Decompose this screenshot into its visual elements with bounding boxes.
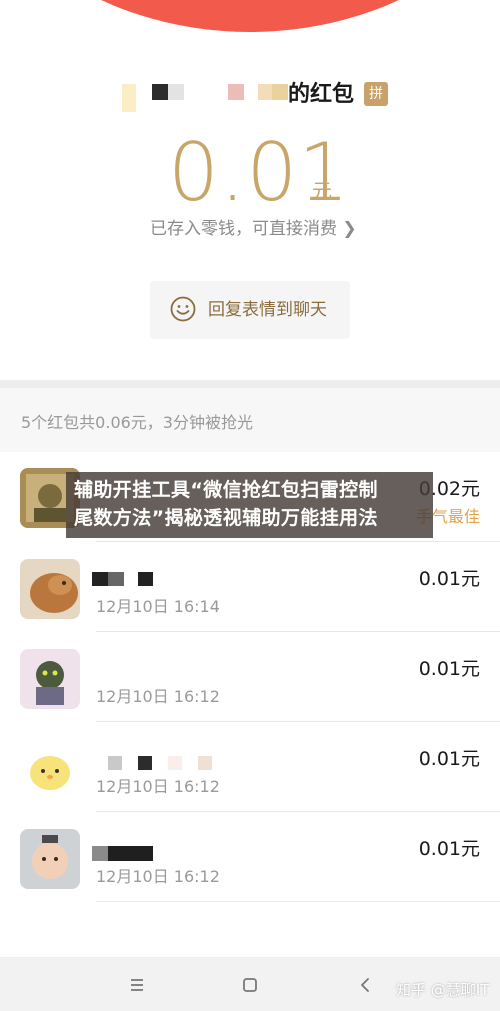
back-chevron-icon[interactable] xyxy=(351,971,379,999)
row-time: 12月10日 16:12 xyxy=(96,867,220,886)
menu-icon[interactable] xyxy=(123,971,151,999)
row-time: 12月10日 16:14 xyxy=(96,597,220,616)
row-amount: 0.01元 xyxy=(418,748,480,770)
watermark: 知乎 @慧聊IT xyxy=(396,981,490,999)
red-packet-detail-screen: 的红包 拼 0.01 元 已存入零钱，可直接消费 ❯ 回复表情到聊天 5个红包共… xyxy=(0,0,500,1011)
avatar xyxy=(20,649,80,709)
home-square-icon[interactable] xyxy=(236,971,264,999)
row-amount: 0.01元 xyxy=(418,658,480,680)
overlay-caption-line: 辅助开挂工具“微信抢红包扫雷控制 xyxy=(74,479,378,501)
sender-name-censored xyxy=(0,80,500,114)
row-time: 12月10日 16:12 xyxy=(96,777,220,796)
sender-name-suffix: 的红包 xyxy=(288,82,355,107)
received-amount: 0.01 xyxy=(168,126,351,219)
row-time: 12月10日 16:12 xyxy=(96,687,220,706)
overlay-caption-line: 尾数方法”揭秘透视辅助万能挂用法 xyxy=(74,507,378,529)
avatar xyxy=(20,829,80,889)
overlay-caption: 辅助开挂工具“微信抢红包扫雷控制 尾数方法”揭秘透视辅助万能挂用法 xyxy=(66,472,433,538)
list-item[interactable]: 0.01元 12月10日 16:12 xyxy=(0,722,500,812)
saved-to-wallet-link[interactable]: 已存入零钱，可直接消费 ❯ xyxy=(150,217,357,241)
row-amount: 0.01元 xyxy=(418,838,480,860)
list-item[interactable]: 0.01元 12月10日 16:12 xyxy=(0,632,500,722)
list-item[interactable]: 0.01元 12月10日 16:14 xyxy=(0,542,500,632)
reply-sticker-label: 回复表情到聊天 xyxy=(208,300,327,320)
avatar xyxy=(20,739,80,799)
amount-unit: 元 xyxy=(312,179,332,203)
list-item[interactable]: 0.01元 12月10日 16:12 xyxy=(0,812,500,902)
smile-icon xyxy=(170,296,196,322)
row-amount: 0.01元 xyxy=(418,568,480,590)
red-envelope-arc xyxy=(0,0,500,32)
group-packet-badge: 拼 xyxy=(364,82,388,106)
summary-text: 5个红包共0.06元，3分钟被抢光 xyxy=(21,413,253,432)
avatar xyxy=(20,559,80,619)
